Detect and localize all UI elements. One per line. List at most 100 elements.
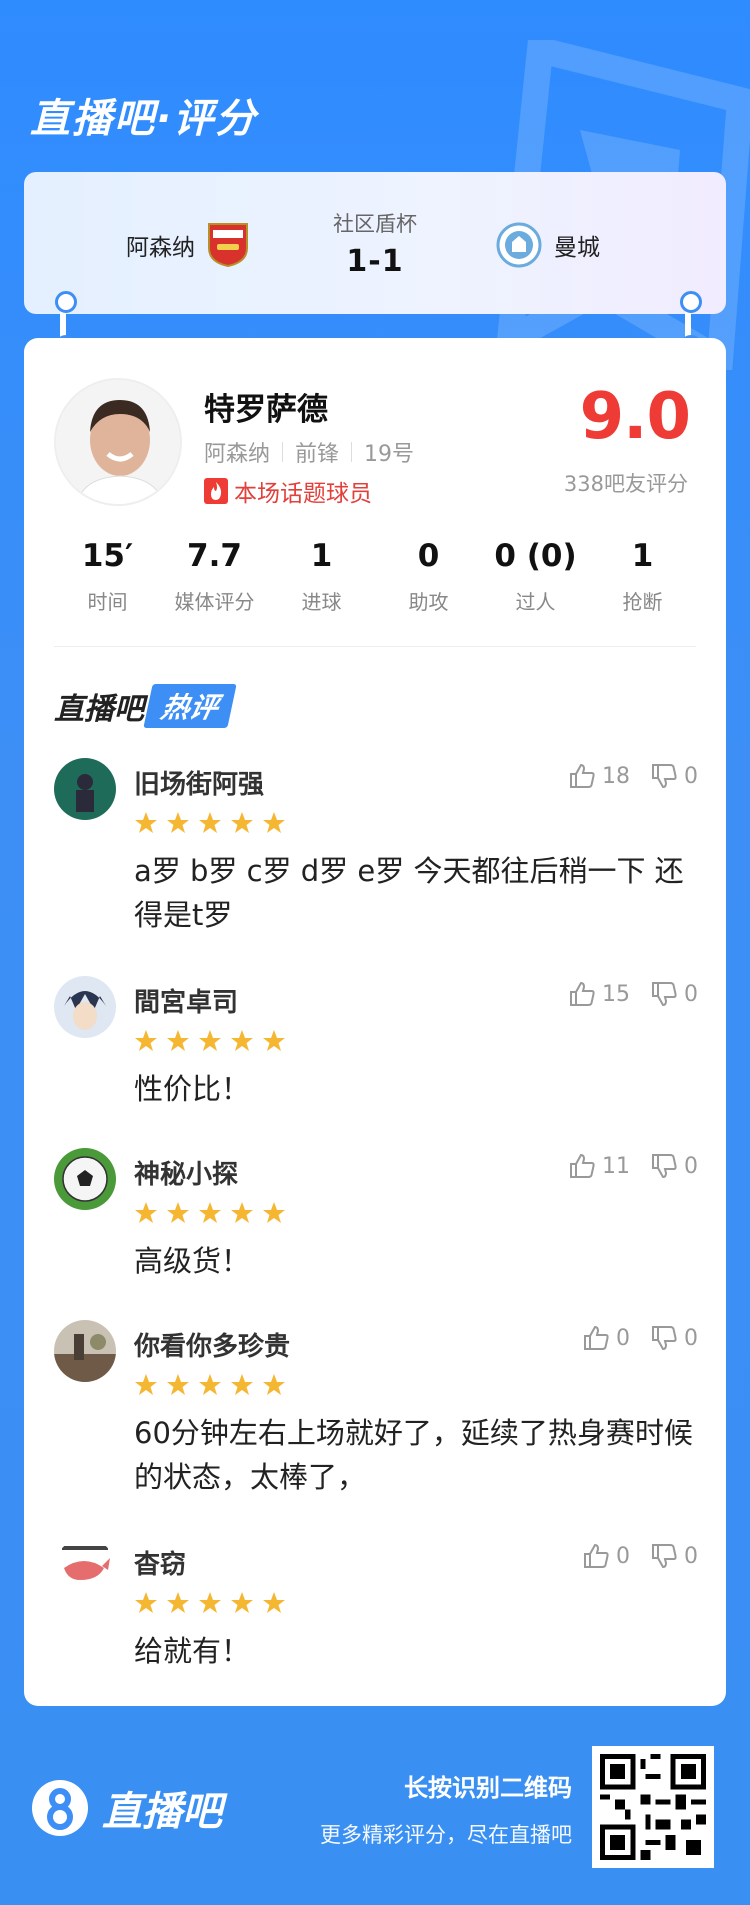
avatar-image-icon (54, 1320, 116, 1382)
away-team-name: 曼城 (554, 235, 600, 261)
stat-dribbles: 0 (0) 过人 (482, 538, 589, 615)
section-title-hot: 热评 (143, 684, 237, 728)
like-button[interactable]: 0 (582, 1324, 630, 1352)
comment-text: 性价比！ (134, 1072, 251, 1106)
comment-text: 60分钟左右上场就好了，延续了热身赛时候的状态，太棒了， (134, 1416, 693, 1494)
comment-item: 杳窃 给就有！ 0 0 (24, 1538, 726, 1678)
user-avatar[interactable] (54, 1538, 116, 1600)
player-stats: 15′ 时间 7.7 媒体评分 1 进球 0 助攻 0 (0) 过人 1 抢断 (54, 538, 696, 615)
star-icon (263, 1202, 285, 1223)
user-avatar[interactable] (54, 1148, 116, 1210)
star-icon (135, 1030, 157, 1051)
footer-cta: 长按识别二维码 更多精彩评分，尽在直播吧 (320, 1768, 572, 1849)
player-photo-icon (56, 380, 180, 504)
vote-bar: 18 0 (568, 762, 698, 790)
like-button[interactable]: 0 (582, 1542, 630, 1570)
thumbs-up-icon (570, 1153, 595, 1178)
stat-tackles: 1 抢断 (589, 538, 696, 615)
footer-brand-name: 直播吧 (102, 1789, 222, 1835)
star-icon (263, 1374, 285, 1395)
dislike-button[interactable]: 0 (650, 980, 698, 1008)
like-count: 18 (602, 763, 630, 789)
stat-goals: 1 进球 (268, 538, 375, 615)
player-name: 特罗萨德 (204, 392, 328, 428)
stat-assists: 0 助攻 (375, 538, 482, 615)
star-rating (134, 1373, 696, 1397)
star-icon (199, 1592, 221, 1613)
player-meta: 阿森纳 前锋 19号 (204, 436, 414, 468)
stat-label: 抢断 (622, 590, 663, 614)
star-rating (134, 1591, 696, 1615)
hot-player-tag: 本场话题球员 (204, 474, 372, 508)
stat-label: 媒体评分 (174, 590, 255, 614)
comment-text: 给就有！ (134, 1634, 251, 1668)
away-team[interactable]: 曼城 (496, 222, 600, 268)
vote-bar: 15 0 (568, 980, 698, 1008)
meta-divider (351, 442, 353, 462)
app-title: 直播吧·评分 (30, 96, 258, 142)
like-button[interactable]: 18 (568, 762, 630, 790)
comment-list: 旧场街阿强 a罗 b罗 c罗 d罗 e罗 今天都往后稍一下 还得是t罗 18 0 (24, 758, 726, 1678)
stat-label: 过人 (515, 590, 556, 614)
match-header: 阿森纳 社区盾杯 1-1 曼城 (24, 172, 726, 314)
comment-item: 你看你多珍贵 60分钟左右上场就好了，延续了热身赛时候的状态，太棒了， 0 0 (24, 1320, 726, 1538)
star-icon (135, 1592, 157, 1613)
vote-bar: 11 0 (568, 1152, 698, 1180)
stat-value: 0 (0) (494, 538, 577, 574)
soccer-ball-avatar-icon (54, 1148, 116, 1210)
star-icon (263, 812, 285, 833)
thumbs-up-icon (584, 1543, 609, 1568)
avatar-image-icon (54, 976, 116, 1038)
star-icon (167, 1374, 189, 1395)
player-avatar[interactable] (54, 378, 182, 506)
like-count: 11 (602, 1153, 630, 1179)
star-icon (167, 1030, 189, 1051)
comment-text: a罗 b罗 c罗 d罗 e罗 今天都往后稍一下 还得是t罗 (134, 854, 684, 932)
thumbs-down-icon (652, 1326, 677, 1351)
qr-cta-main: 长按识别二维码 (404, 1774, 572, 1802)
star-icon (263, 1030, 285, 1051)
star-icon (199, 812, 221, 833)
dislike-button[interactable]: 0 (650, 1542, 698, 1570)
star-icon (167, 1592, 189, 1613)
stat-label: 助攻 (408, 590, 449, 614)
star-icon (199, 1202, 221, 1223)
dislike-button[interactable]: 0 (650, 1152, 698, 1180)
star-rating (134, 811, 696, 835)
dislike-count: 0 (684, 981, 698, 1007)
like-button[interactable]: 15 (568, 980, 630, 1008)
dislike-button[interactable]: 0 (650, 762, 698, 790)
player-team: 阿森纳 (204, 442, 271, 467)
star-rating (134, 1029, 696, 1053)
star-icon (167, 1202, 189, 1223)
vote-bar: 0 0 (582, 1542, 698, 1570)
avatar-image-icon (54, 758, 116, 820)
dislike-count: 0 (684, 1325, 698, 1351)
zhibo8-logo-icon (32, 1780, 88, 1836)
hot-tag-label: 本场话题球员 (234, 481, 372, 507)
stat-label: 时间 (87, 590, 128, 614)
like-button[interactable]: 11 (568, 1152, 630, 1180)
user-avatar[interactable] (54, 1320, 116, 1382)
star-icon (231, 1592, 253, 1613)
vote-bar: 0 0 (582, 1324, 698, 1352)
star-icon (231, 812, 253, 833)
section-title-brand: 直播吧 (54, 692, 144, 727)
stat-media-rating: 7.7 媒体评分 (161, 538, 268, 615)
qr-cta-sub: 更多精彩评分，尽在直播吧 (320, 1823, 572, 1847)
stat-value: 7.7 (187, 538, 242, 574)
star-icon (167, 812, 189, 833)
user-avatar[interactable] (54, 758, 116, 820)
dislike-button[interactable]: 0 (650, 1324, 698, 1352)
thumbs-up-icon (570, 981, 595, 1006)
user-avatar[interactable] (54, 976, 116, 1038)
qr-code[interactable] (592, 1746, 714, 1868)
stat-value: 15′ (81, 538, 134, 574)
star-icon (199, 1030, 221, 1051)
player-number: 19号 (364, 442, 415, 467)
fan-rating: 9.0 (579, 380, 691, 454)
flame-icon (204, 478, 228, 504)
star-icon (135, 812, 157, 833)
star-icon (135, 1374, 157, 1395)
star-icon (231, 1030, 253, 1051)
